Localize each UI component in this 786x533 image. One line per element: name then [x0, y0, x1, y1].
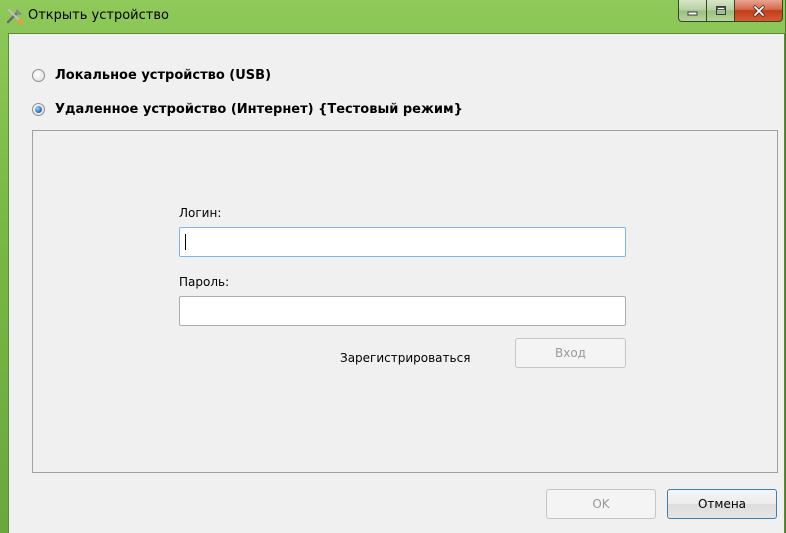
register-link[interactable]: Зарегистрироваться [340, 351, 470, 365]
login-label: Логин: [179, 206, 222, 220]
close-icon [752, 4, 765, 17]
title-bar[interactable]: Открыть устройство [0, 0, 786, 33]
login-input[interactable] [179, 227, 626, 257]
dialog-client-area: Локальное устройство (USB) Удаленное уст… [8, 33, 785, 533]
minimize-icon [687, 11, 698, 15]
ok-button[interactable]: OK [546, 489, 656, 519]
maximize-icon [715, 6, 726, 15]
remote-device-radio[interactable] [32, 102, 45, 116]
maximize-button[interactable] [707, 0, 735, 22]
ok-button-label: OK [592, 497, 610, 511]
remote-device-label: Удаленное устройство (Интернет) {Тестовы… [55, 101, 463, 117]
remote-device-option[interactable]: Удаленное устройство (Интернет) {Тестовы… [32, 100, 463, 118]
close-button[interactable] [735, 0, 783, 22]
password-input[interactable] [179, 296, 626, 326]
caption-buttons [678, 0, 783, 22]
tools-icon [6, 9, 24, 25]
window-title: Открыть устройство [28, 8, 169, 23]
login-panel: Логин: Пароль: Зарегистрироваться Вход [32, 130, 778, 473]
cancel-button-label: Отмена [697, 497, 747, 511]
local-device-option[interactable]: Локальное устройство (USB) [32, 66, 271, 84]
open-device-window: Открыть устройство Локальное устройство … [0, 0, 786, 533]
local-device-label: Локальное устройство (USB) [55, 67, 272, 83]
local-device-radio[interactable] [32, 68, 45, 82]
login-button[interactable]: Вход [515, 338, 626, 368]
minimize-button[interactable] [678, 0, 707, 22]
password-label: Пароль: [179, 275, 230, 289]
text-caret [185, 234, 186, 250]
login-button-label: Вход [555, 346, 586, 360]
cancel-button[interactable]: Отмена [667, 489, 777, 519]
